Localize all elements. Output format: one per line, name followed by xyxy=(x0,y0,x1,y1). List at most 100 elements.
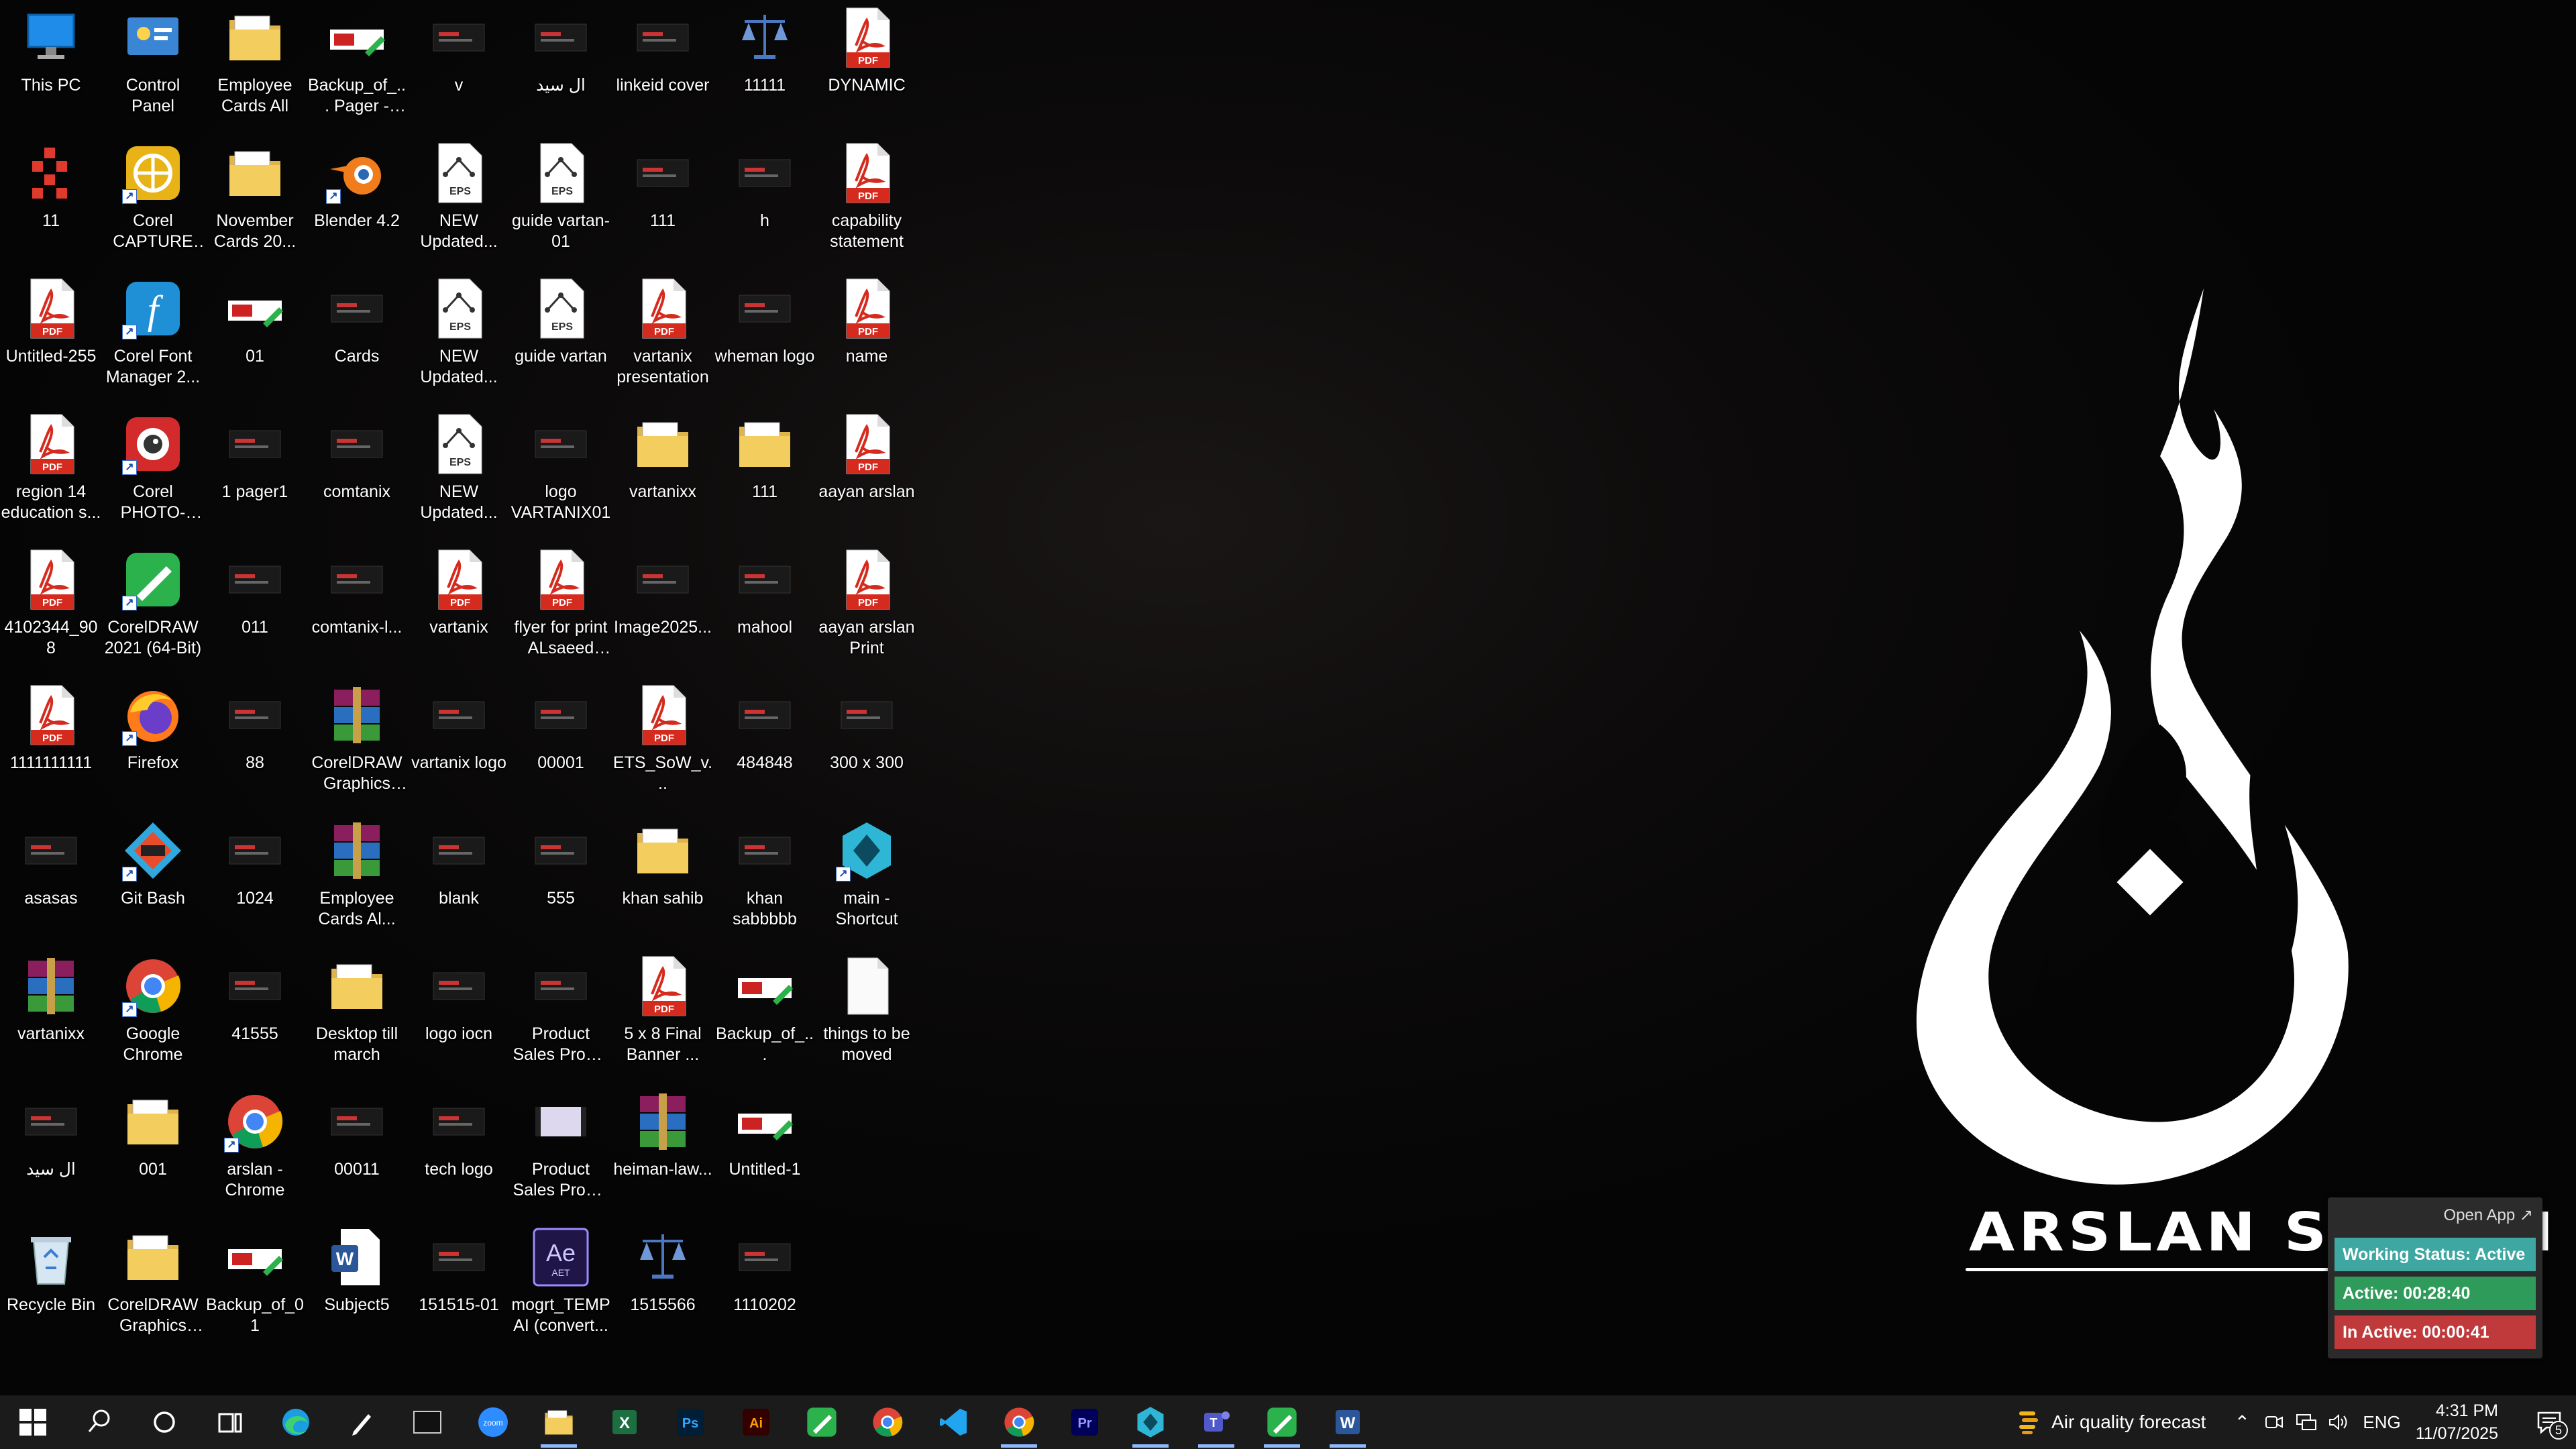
desktop-icon-main-shortcut[interactable]: ↗ main - Shortcut xyxy=(816,813,918,949)
desktop-icon-00011[interactable]: 00011 xyxy=(306,1084,408,1220)
desktop-icon-new-updated[interactable]: EPS NEW Updated... xyxy=(408,136,510,271)
desktop-icon-dynamic[interactable]: PDF DYNAMIC xyxy=(816,0,918,136)
desktop-icon-11111[interactable]: 11111 xyxy=(714,0,816,136)
desktop-icon-corel-font-manager-2[interactable]: f ↗ Corel Font Manager 2... xyxy=(102,271,204,407)
desktop-icon-product-sales-promo-pack[interactable]: Product Sales Promo Pack... xyxy=(510,1084,612,1220)
desktop-icon-product-sales-promo-pack[interactable]: Product Sales Promo Pack... xyxy=(510,949,612,1084)
desktop-icon-vartanix-presentation[interactable]: PDF vartanix presentation xyxy=(612,271,714,407)
illustrator-button[interactable]: Ai xyxy=(723,1395,789,1449)
desktop-icon-001[interactable]: 001 xyxy=(102,1084,204,1220)
excel-button[interactable]: X xyxy=(592,1395,657,1449)
desktop-icon-untitled-1[interactable]: Untitled-1 xyxy=(714,1084,816,1220)
desktop-icon-employee-cards-all[interactable]: Employee Cards All xyxy=(204,0,306,136)
desktop-icon-git-bash[interactable]: ↗ Git Bash xyxy=(102,813,204,949)
desktop-icon-backup-of-01[interactable]: Backup_of_01 xyxy=(204,1220,306,1355)
desktop-icon-subject5[interactable]: W Subject5 xyxy=(306,1220,408,1355)
desktop-icon-backup-of[interactable]: Backup_of_... xyxy=(714,949,816,1084)
coreldraw-running-button[interactable] xyxy=(1249,1395,1315,1449)
desktop-icon-coreldraw-graphics-su[interactable]: CorelDRAW Graphics Su... xyxy=(306,678,408,813)
word-button[interactable]: W xyxy=(1315,1395,1381,1449)
desktop-icon-new-updated[interactable]: EPS NEW Updated... xyxy=(408,407,510,542)
desktop-icon-region-14-education-s[interactable]: PDF region 14 education s... xyxy=(0,407,102,542)
desktop-icon-khan-sahib[interactable]: khan sahib xyxy=(612,813,714,949)
desktop-icon-555[interactable]: 555 xyxy=(510,813,612,949)
desktop-icon-1515566[interactable]: 1515566 xyxy=(612,1220,714,1355)
desktop-icon-untitled-255[interactable]: PDF Untitled-255 xyxy=(0,271,102,407)
desktop-icon-flyer-for-print-alsaeed-po[interactable]: PDF flyer for print ALsaeed po... xyxy=(510,542,612,678)
pen-tool-button[interactable] xyxy=(329,1395,394,1449)
desktop-icon-recycle-bin[interactable]: Recycle Bin xyxy=(0,1220,102,1355)
desktop-icon-vartanixx[interactable]: vartanixx xyxy=(612,407,714,542)
desktop-icon-vartanixx[interactable]: vartanixx xyxy=(0,949,102,1084)
desktop-icon-h[interactable]: h xyxy=(714,136,816,271)
volume-icon[interactable] xyxy=(2322,1395,2355,1449)
desktop-icon-300-x-300[interactable]: 300 x 300 xyxy=(816,678,918,813)
desktop-icon-coreldraw-graphics-su[interactable]: CorelDRAW Graphics Su... xyxy=(102,1220,204,1355)
desktop-icon-mogrt-temp-ai-convert[interactable]: Ae AET mogrt_TEMP AI (convert... xyxy=(510,1220,612,1355)
network-icon[interactable] xyxy=(2290,1395,2322,1449)
desktop-icon-v[interactable]: v xyxy=(408,0,510,136)
time-tracker-widget[interactable]: Open App ↗ Working Status: Active Active… xyxy=(2328,1197,2542,1358)
notification-center-button[interactable]: 5 xyxy=(2522,1395,2576,1449)
desktop-icon-comtanix-l[interactable]: comtanix-l... xyxy=(306,542,408,678)
desktop-icon-151515-01[interactable]: 151515-01 xyxy=(408,1220,510,1355)
zoom-button[interactable]: zoom xyxy=(460,1395,526,1449)
meet-now-icon[interactable] xyxy=(2258,1395,2290,1449)
desktop-icon-khan-sabbbbb[interactable]: khan sabbbbb xyxy=(714,813,816,949)
desktop-icon-vartanix[interactable]: PDF vartanix xyxy=(408,542,510,678)
desktop-icon-01[interactable]: 01 xyxy=(204,271,306,407)
desktop-icon-blender-4-2[interactable]: ↗ Blender 4.2 xyxy=(306,136,408,271)
chevron-up-icon[interactable]: ⌃ xyxy=(2226,1395,2258,1449)
start-button[interactable] xyxy=(0,1395,66,1449)
vscode-button[interactable] xyxy=(920,1395,986,1449)
desktop-icon-logo-iocn[interactable]: logo iocn xyxy=(408,949,510,1084)
desktop-icon-tech-logo[interactable]: tech logo xyxy=(408,1084,510,1220)
desktop-icon-google-chrome[interactable]: ↗ Google Chrome xyxy=(102,949,204,1084)
desktop-icon-41555[interactable]: 41555 xyxy=(204,949,306,1084)
file-explorer-button[interactable] xyxy=(526,1395,592,1449)
desktop-icon-corel-capture-2[interactable]: ↗ Corel CAPTURE 2... xyxy=(102,136,204,271)
desktop-icon-heiman-law[interactable]: heiman-law... xyxy=(612,1084,714,1220)
desktop-icon-corel-photo-pai[interactable]: ↗ Corel PHOTO-PAI... xyxy=(102,407,204,542)
desktop-icon-asasas[interactable]: asasas xyxy=(0,813,102,949)
desktop-icon-item[interactable]: ال سيد xyxy=(510,0,612,136)
desktop-icon-firefox[interactable]: ↗ Firefox xyxy=(102,678,204,813)
desktop-icon-arslan-chrome[interactable]: ↗ arslan - Chrome xyxy=(204,1084,306,1220)
desktop-icon-vartanix-logo[interactable]: vartanix logo xyxy=(408,678,510,813)
desktop-icon-1-pager1[interactable]: 1 pager1 xyxy=(204,407,306,542)
desktop-icon-111[interactable]: 111 xyxy=(612,136,714,271)
desktop-icon-cards[interactable]: Cards xyxy=(306,271,408,407)
desktop-icon-guide-vartan[interactable]: EPS guide vartan xyxy=(510,271,612,407)
desktop-icon-name[interactable]: PDF name xyxy=(816,271,918,407)
desktop-icon-control-panel[interactable]: Control Panel xyxy=(102,0,204,136)
desktop-icon-1024[interactable]: 1024 xyxy=(204,813,306,949)
search-button[interactable] xyxy=(66,1395,131,1449)
language-indicator[interactable]: ENG xyxy=(2363,1412,2400,1433)
desktop-icon-backup-of-pager-ny[interactable]: Backup_of_... Pager - NY... xyxy=(306,0,408,136)
desktop-icon-1111111111[interactable]: PDF 1111111111 xyxy=(0,678,102,813)
desktop-icon-desktop-till-march[interactable]: Desktop till march xyxy=(306,949,408,1084)
desktop-icon-00001[interactable]: 00001 xyxy=(510,678,612,813)
edge-button[interactable] xyxy=(263,1395,329,1449)
desktop-icon-item[interactable]: ال سيد xyxy=(0,1084,102,1220)
desktop-icon-coreldraw-2021-64-bit[interactable]: ↗ CorelDRAW 2021 (64-Bit) xyxy=(102,542,204,678)
photoshop-button[interactable]: Ps xyxy=(657,1395,723,1449)
desktop-icon-mahool[interactable]: mahool xyxy=(714,542,816,678)
desktop-icon-ets-sow-v[interactable]: PDF ETS_SoW_v... xyxy=(612,678,714,813)
open-app-link[interactable]: Open App ↗ xyxy=(2443,1205,2533,1225)
chrome-profile-button[interactable] xyxy=(986,1395,1052,1449)
coreldraw-button[interactable] xyxy=(789,1395,855,1449)
weather-widget[interactable]: Air quality forecast xyxy=(2015,1409,2206,1436)
desktop-icon-image2025[interactable]: Image2025... xyxy=(612,542,714,678)
desktop-icon-5-x-8-final-banner[interactable]: PDF 5 x 8 Final Banner ... xyxy=(612,949,714,1084)
desktop-icon-logo-vartanix01[interactable]: logo VARTANIX01 xyxy=(510,407,612,542)
desktop-icon-11[interactable]: 11 xyxy=(0,136,102,271)
desktop-icon-november-cards-20[interactable]: November Cards 20... xyxy=(204,136,306,271)
desktop-icon-88[interactable]: 88 xyxy=(204,678,306,813)
chrome-button[interactable] xyxy=(855,1395,920,1449)
premiere-button[interactable]: Pr xyxy=(1052,1395,1118,1449)
teams-button[interactable]: T xyxy=(1183,1395,1249,1449)
desktop-icon-wheman-logo[interactable]: wheman logo xyxy=(714,271,816,407)
clock[interactable]: 4:31 PM 11/07/2025 xyxy=(2416,1399,2498,1445)
tracker-app-button[interactable] xyxy=(1118,1395,1183,1449)
